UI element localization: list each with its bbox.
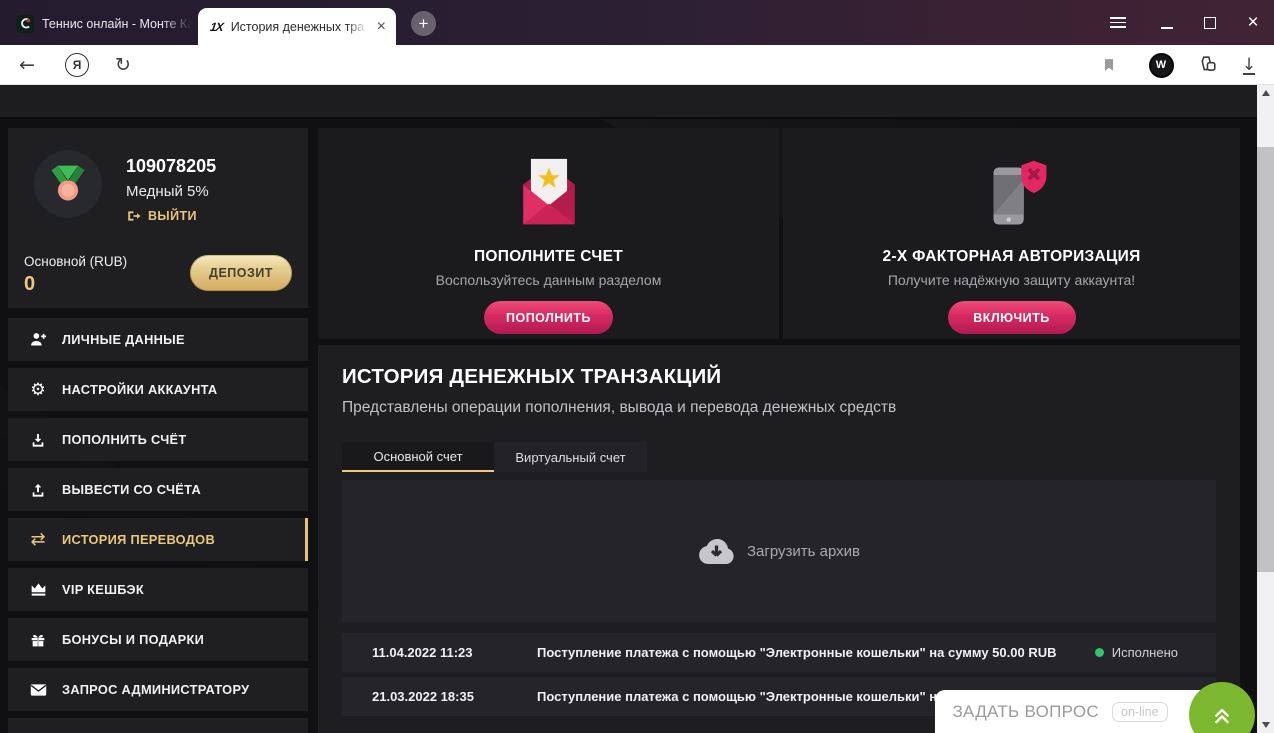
scrollbar[interactable]: [1257, 85, 1274, 733]
user-plus-icon: [28, 330, 48, 350]
sidebar-item-vip-cashback[interactable]: VIP КЕШБЭК: [8, 568, 308, 611]
crown-icon: [28, 580, 48, 600]
browser-toolbar: ← Я ↻ 1xslot01780.com История денежных т…: [0, 45, 1274, 123]
tab-title: История денежных тра: [230, 19, 365, 34]
sidebar-item-personal-data[interactable]: ЛИЧНЫЕ ДАННЫЕ: [8, 318, 308, 361]
tab-title: Теннис онлайн - Монте Ка: [42, 16, 192, 31]
gift-icon: [28, 630, 48, 650]
deposit-arrow-icon: [28, 430, 48, 450]
double-chevron-up-icon: [1215, 708, 1229, 724]
yandex-logo-icon[interactable]: Я: [60, 45, 94, 85]
logout-icon: [128, 211, 141, 221]
site-header-strip: [0, 85, 1257, 119]
promo-subtitle: Воспользуйтесь данным разделом: [435, 272, 662, 288]
promo-title: ПОПОЛНИТЕ СЧЕТ: [473, 248, 624, 265]
top-up-button[interactable]: ПОПОЛНИТЬ: [483, 301, 613, 334]
medal-icon: [51, 165, 85, 201]
transaction-date: 21.03.2022 18:35: [372, 689, 474, 704]
page-content: 109078205 Медный 5% ВЫЙТИ Основной (RUB)…: [0, 85, 1257, 733]
downloads-icon[interactable]: ↓: [1234, 45, 1264, 85]
download-archive-button[interactable]: Загрузить архив: [342, 480, 1216, 622]
tab-virtual-account[interactable]: Виртуальный счет: [494, 442, 647, 472]
sidebar-item-admin-request[interactable]: ЗАПРОС АДМИНИСТРАТОРУ: [8, 668, 308, 711]
withdraw-arrow-icon: [28, 480, 48, 500]
user-id: 109078205: [126, 156, 217, 176]
sidebar-item-top-up[interactable]: ПОПОЛНИТЬ СЧЁТ: [8, 418, 308, 461]
envelope-icon: [28, 680, 48, 700]
new-tab-button[interactable]: +: [411, 11, 436, 36]
online-badge: on-line: [1112, 701, 1168, 722]
page-title: ИСТОРИЯ ДЕНЕЖНЫХ ТРАНЗАКЦИЙ: [342, 365, 722, 388]
window-maximize-button[interactable]: [1195, 0, 1225, 45]
sidebar-item-bonuses[interactable]: БОНУСЫ И ПОДАРКИ: [8, 618, 308, 661]
cloud-download-icon: [699, 538, 734, 564]
browser-tab-bar: Теннис онлайн - Монте Ка 1X История дене…: [0, 0, 1274, 45]
chat-label: ЗАДАТЬ ВОПРОС: [952, 701, 1099, 721]
monte-carlo-favicon-icon: [16, 14, 34, 33]
browser-menu-icon[interactable]: [1103, 0, 1133, 45]
sidebar-item-partial: [8, 718, 308, 733]
window-close-button[interactable]: ×: [1238, 0, 1268, 45]
envelope-star-icon: [506, 142, 592, 238]
gears-icon: ⚙: [30, 379, 46, 400]
sidebar-item-transfer-history[interactable]: ⇄ ИСТОРИЯ ПЕРЕВОДОВ: [8, 518, 308, 561]
reload-icon[interactable]: ↻: [106, 45, 140, 85]
archive-label: Загрузить архив: [746, 542, 861, 560]
promo-subtitle: Получите надёжную защиту аккаунта!: [887, 272, 1136, 288]
history-panel: ИСТОРИЯ ДЕНЕЖНЫХ ТРАНЗАКЦИЙ Представлены…: [318, 345, 1240, 733]
window-minimize-button[interactable]: [1152, 0, 1182, 45]
logout-button[interactable]: ВЫЙТИ: [126, 209, 197, 223]
scroll-up-arrow-icon[interactable]: [1261, 90, 1270, 96]
scrollbar-thumb[interactable]: [1257, 147, 1274, 572]
browser-window: Теннис онлайн - Монте Ка 1X История дене…: [0, 0, 1274, 733]
deposit-button[interactable]: ДЕПОЗИТ: [190, 255, 292, 291]
wallet-label: Основной (RUB): [24, 254, 128, 269]
tab-tennis[interactable]: Теннис онлайн - Монте Ка: [6, 8, 196, 39]
balance-value: 0: [24, 273, 36, 295]
extensions-icon[interactable]: [1191, 45, 1223, 85]
transaction-description: Поступление платежа с помощью "Электронн…: [537, 645, 1057, 660]
tab-close-icon[interactable]: ×: [375, 18, 388, 35]
protect-extension-icon[interactable]: W: [1146, 45, 1176, 85]
promo-card-2fa: 2-Х ФАКТОРНАЯ АВТОРИЗАЦИЯ Получите надёж…: [783, 128, 1240, 339]
promo-title: 2-Х ФАКТОРНАЯ АВТОРИЗАЦИЯ: [882, 248, 1141, 265]
transfers-icon: ⇄: [30, 529, 46, 550]
1x-favicon-icon: 1X: [209, 19, 224, 34]
bookmark-icon[interactable]: [1094, 45, 1124, 85]
promo-card-top-up: ПОПОЛНИТЕ СЧЕТ Воспользуйтесь данным раз…: [318, 128, 779, 339]
transaction-row[interactable]: 11.04.2022 11:23 Поступление платежа с п…: [342, 633, 1216, 672]
transaction-date: 11.04.2022 11:23: [372, 645, 473, 660]
scroll-down-arrow-icon[interactable]: [1261, 722, 1270, 728]
profile-card: 109078205 Медный 5% ВЫЙТИ Основной (RUB)…: [8, 128, 308, 308]
tab-main-account[interactable]: Основной счет: [342, 442, 494, 472]
status-dot-icon: [1094, 648, 1104, 657]
sidebar-item-withdraw[interactable]: ВЫВЕСТИ СО СЧЁТА: [8, 468, 308, 511]
account-tabs: Основной счет Виртуальный счет: [342, 442, 647, 472]
avatar: [34, 150, 102, 218]
loyalty-level: Медный 5%: [126, 183, 209, 200]
enable-2fa-button[interactable]: ВКЛЮЧИТЬ: [947, 301, 1076, 334]
page-subtitle: Представлены операции пополнения, вывода…: [342, 399, 897, 416]
phone-shield-icon: [970, 142, 1054, 238]
back-icon[interactable]: ←: [10, 45, 44, 85]
transaction-status: Исполнено: [1094, 645, 1216, 660]
tab-history-active[interactable]: 1X История денежных тра ×: [198, 8, 396, 45]
chat-open-button[interactable]: [1189, 682, 1255, 733]
sidebar-item-account-settings[interactable]: ⚙ НАСТРОЙКИ АККАУНТА: [8, 368, 308, 411]
